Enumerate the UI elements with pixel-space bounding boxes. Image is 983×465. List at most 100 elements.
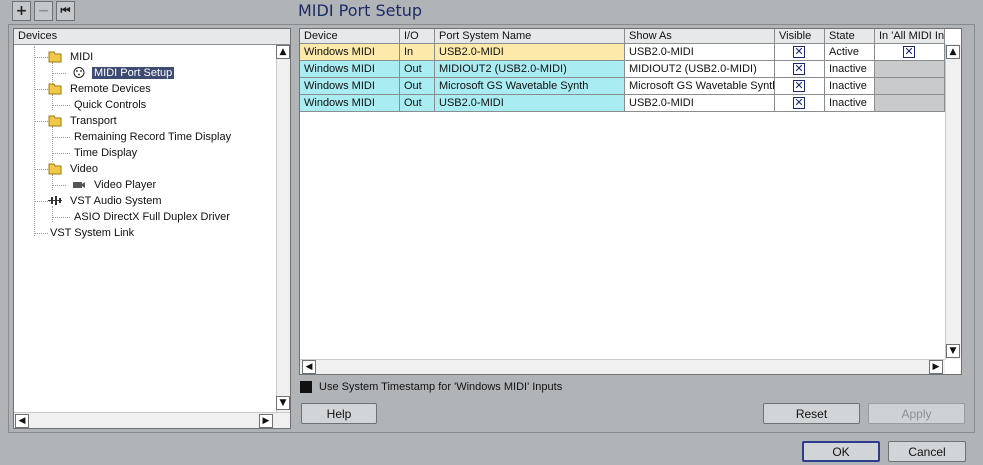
tree-guide-line (52, 137, 70, 138)
folder-icon (48, 50, 62, 63)
scroll-up-icon[interactable]: ▲ (276, 45, 290, 59)
visible-checkbox[interactable]: ✕ (793, 63, 805, 75)
cancel-button[interactable]: Cancel (888, 441, 966, 462)
column-header[interactable]: Device (300, 29, 400, 44)
table-cell-device: Windows MIDI (300, 61, 400, 78)
tree-item[interactable]: MIDI (48, 50, 95, 65)
column-header[interactable]: Show As (625, 29, 775, 44)
column-header[interactable]: Port System Name (435, 29, 625, 44)
reset-button[interactable]: Reset (763, 403, 860, 424)
ok-button[interactable]: OK (802, 441, 880, 462)
tree-guide-line (52, 217, 70, 218)
tree-guide-line (34, 46, 35, 236)
tree-item[interactable]: ASIO DirectX Full Duplex Driver (72, 210, 232, 225)
table-cell-all-inputs[interactable] (875, 61, 945, 78)
table-cell-state: Inactive (825, 95, 875, 112)
visible-checkbox[interactable]: ✕ (793, 80, 805, 92)
tree-item[interactable]: Remote Devices (48, 82, 153, 97)
tree-item[interactable]: Remaining Record Time Display (72, 130, 233, 145)
tree-item[interactable]: Video (48, 162, 100, 177)
table-cell-visible[interactable]: ✕ (775, 61, 825, 78)
folder-icon (48, 162, 62, 175)
all-midi-inputs-checkbox[interactable]: ✕ (903, 46, 915, 58)
table-cell-device: Windows MIDI (300, 95, 400, 112)
tree-guide-line (52, 105, 70, 106)
tree-item-label: Quick Controls (74, 99, 147, 111)
column-header[interactable]: I/O (400, 29, 435, 44)
table-cell-visible[interactable]: ✕ (775, 95, 825, 112)
system-timestamp-checkbox[interactable] (300, 381, 312, 393)
table-cell-show-as[interactable]: USB2.0-MIDI (625, 95, 775, 112)
tree-item[interactable]: MIDI Port Setup (72, 66, 175, 81)
system-timestamp-label: Use System Timestamp for 'Windows MIDI' … (319, 381, 563, 393)
table-horizontal-scrollbar[interactable]: ◀ ▶ (300, 359, 945, 374)
column-header[interactable]: Visible (775, 29, 825, 44)
scroll-right-icon[interactable]: ▶ (259, 414, 273, 428)
tree-item-label: ASIO DirectX Full Duplex Driver (74, 211, 230, 223)
table-cell-io: In (400, 44, 435, 61)
tree-item[interactable]: Quick Controls (72, 98, 148, 113)
tree-item-label: MIDI (70, 51, 94, 63)
video-icon (72, 178, 86, 191)
column-header[interactable]: State (825, 29, 875, 44)
tree-item[interactable]: VST Audio System (48, 194, 164, 209)
tree-item[interactable]: Transport (48, 114, 119, 129)
scroll-down-icon[interactable]: ▼ (946, 344, 960, 358)
scroll-up-icon[interactable]: ▲ (946, 45, 960, 59)
table-cell-visible[interactable]: ✕ (775, 78, 825, 95)
table-cell-show-as[interactable]: Microsoft GS Wavetable Synth (625, 78, 775, 95)
port-table: Device I/O Port System Name Show As Visible S… (299, 28, 962, 375)
visible-checkbox[interactable]: ✕ (793, 46, 805, 58)
tree-vertical-scrollbar[interactable]: ▲ ▼ (276, 45, 290, 412)
tree-item-label: MIDI Port Setup (92, 67, 175, 79)
table-cell-all-inputs[interactable] (875, 78, 945, 95)
tree-item-label: VST System Link (50, 227, 135, 239)
table-cell-io: Out (400, 61, 435, 78)
tree-item[interactable]: VST System Link (48, 226, 136, 241)
tree-guide-line (52, 126, 53, 162)
tree-item-label: Video (70, 163, 98, 175)
tree-item-label: VST Audio System (70, 195, 162, 207)
table-cell-port: Microsoft GS Wavetable Synth (435, 78, 625, 95)
tree-item[interactable]: Video Player (72, 178, 158, 193)
add-device-button[interactable]: + (12, 1, 31, 21)
column-header[interactable]: In 'All MIDI Inputs' (875, 29, 945, 44)
tree-header: Devices (14, 29, 290, 45)
audio-system-icon (48, 194, 62, 207)
device-tree-panel: Devices MIDI MIDI Port Setup Remote Device… (13, 28, 291, 429)
folder-icon (48, 82, 62, 95)
table-cell-port: MIDIOUT2 (USB2.0-MIDI) (435, 61, 625, 78)
midi-port-icon (72, 66, 86, 79)
tree-item[interactable]: Time Display (72, 146, 139, 161)
table-cell-io: Out (400, 95, 435, 112)
scroll-left-icon[interactable]: ◀ (302, 360, 316, 374)
tree-item-label: Video Player (94, 179, 157, 191)
scroll-right-icon[interactable]: ▶ (929, 360, 943, 374)
scroll-left-icon[interactable]: ◀ (15, 414, 29, 428)
table-cell-io: Out (400, 78, 435, 95)
table-cell-device: Windows MIDI (300, 78, 400, 95)
scroll-down-icon[interactable]: ▼ (276, 396, 290, 410)
help-button[interactable]: Help (301, 403, 377, 424)
tree-item-label: Transport (70, 115, 117, 127)
table-cell-state: Inactive (825, 78, 875, 95)
table-cell-state: Active (825, 44, 875, 61)
table-vertical-scrollbar[interactable]: ▲ ▼ (945, 44, 961, 359)
apply-button[interactable]: Apply (868, 403, 965, 424)
table-cell-device: Windows MIDI (300, 44, 400, 61)
table-cell-show-as[interactable]: USB2.0-MIDI (625, 44, 775, 61)
tree-item-label: Remaining Record Time Display (74, 131, 232, 143)
tree-guide-line (52, 73, 66, 74)
tree-item-label: Time Display (74, 147, 138, 159)
table-cell-visible[interactable]: ✕ (775, 44, 825, 61)
table-cell-show-as[interactable]: MIDIOUT2 (USB2.0-MIDI) (625, 61, 775, 78)
table-cell-state: Inactive (825, 61, 875, 78)
table-cell-port: USB2.0-MIDI (435, 95, 625, 112)
table-cell-all-inputs[interactable] (875, 95, 945, 112)
tree-guide-line (34, 233, 48, 234)
remove-device-button[interactable]: − (34, 1, 53, 21)
table-cell-all-inputs[interactable]: ✕ (875, 44, 945, 61)
tree-horizontal-scrollbar[interactable]: ◀ ▶ (14, 412, 290, 428)
visible-checkbox[interactable]: ✕ (793, 97, 805, 109)
reset-device-button[interactable]: ⏮ (56, 1, 75, 21)
